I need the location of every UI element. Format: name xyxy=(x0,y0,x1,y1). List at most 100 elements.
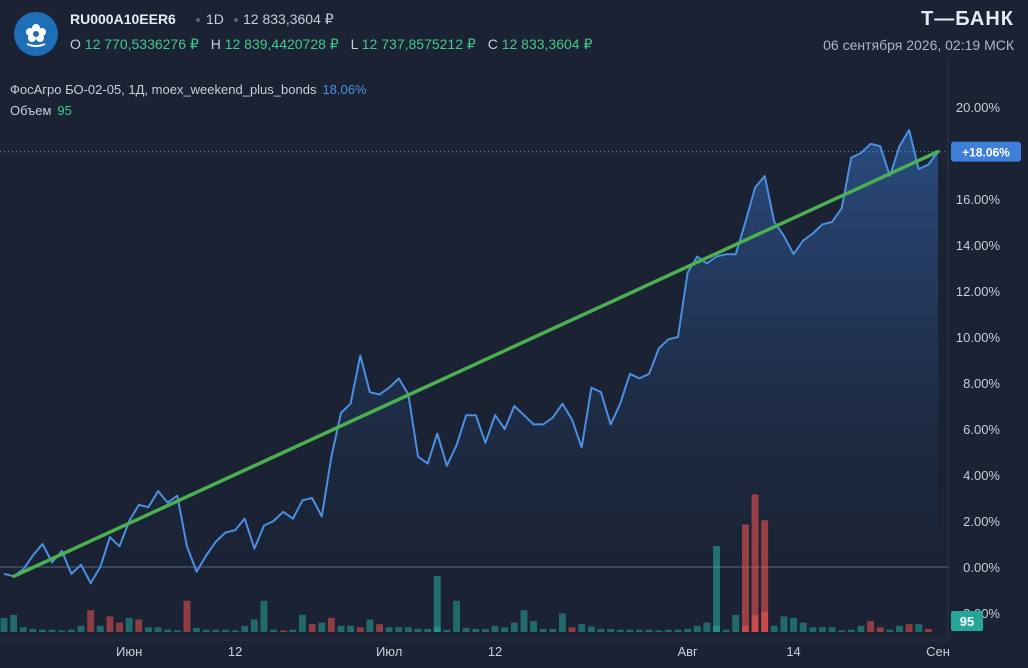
volume-bar xyxy=(395,627,403,632)
volume-bar xyxy=(539,628,547,632)
volume-bar xyxy=(125,618,133,632)
volume-bar xyxy=(828,627,836,632)
volume-bar xyxy=(867,621,874,632)
volume-bar xyxy=(693,625,701,632)
volume-bar xyxy=(10,614,18,632)
ohlc-values: O 12 770,5336276 ₽ H 12 839,4420728 ₽ L … xyxy=(70,36,600,53)
volume-bar xyxy=(664,629,672,632)
volume-value: 95 xyxy=(57,103,72,118)
volume-bar-large xyxy=(761,520,769,632)
price-chart[interactable]: 20.00%18.00%16.00%14.00%12.00%10.00%8.00… xyxy=(0,0,1028,668)
volume-bar xyxy=(414,628,422,632)
volume-bar xyxy=(308,624,316,632)
volume-bar xyxy=(819,627,826,632)
volume-bar xyxy=(404,627,412,632)
x-tick-label: 14 xyxy=(786,644,800,659)
low-value: 12 737,8575212 ₽ xyxy=(361,36,476,52)
series-value: 18.06% xyxy=(322,82,367,97)
volume-bar xyxy=(838,630,846,632)
volume-bar xyxy=(39,629,46,632)
volume-bar xyxy=(770,625,778,632)
volume-bar xyxy=(135,619,143,632)
volume-bar xyxy=(87,610,95,632)
ticker-symbol[interactable]: RU000A10EER6 xyxy=(70,11,176,27)
y-tick-label: 2.00% xyxy=(963,514,1000,529)
brand-logo: Т—БАНК xyxy=(921,8,1014,30)
volume-bar xyxy=(472,628,480,632)
volume-bar xyxy=(616,629,624,632)
volume-bar xyxy=(58,630,66,632)
volume-bar xyxy=(809,627,817,632)
volume-bar xyxy=(790,618,797,632)
volume-bar xyxy=(780,616,788,632)
volume-bar xyxy=(231,630,239,632)
volume-bar xyxy=(799,622,807,632)
volume-bar xyxy=(77,625,85,632)
volume-bar xyxy=(559,613,566,632)
volume-bar xyxy=(154,627,162,632)
volume-bar xyxy=(655,630,663,632)
volume-bar-large xyxy=(433,576,441,632)
y-tick-label: 20.00% xyxy=(956,100,1001,115)
y-tick-label: 10.00% xyxy=(956,330,1001,345)
volume-bar xyxy=(241,625,249,632)
chart-header: RU000A10EER6 1D 12 833,3604 ₽ O 12 770,5… xyxy=(0,0,1028,62)
series-legend[interactable]: ФосАгро БО-02-05, 1Д, moex_weekend_plus_… xyxy=(10,82,367,97)
separator-dot xyxy=(234,18,238,22)
volume-bar xyxy=(356,627,364,632)
timeframe-label[interactable]: 1D xyxy=(206,11,224,27)
volume-bar xyxy=(924,628,932,632)
volume-bar xyxy=(318,622,326,632)
series-label: ФосАгро БО-02-05, 1Д, moex_weekend_plus_… xyxy=(10,82,317,97)
volume-bar xyxy=(193,628,200,632)
volume-bar xyxy=(462,628,470,632)
volume-value-badge-label: 95 xyxy=(960,614,974,629)
volume-bar xyxy=(48,629,56,632)
volume-bar xyxy=(549,628,557,632)
open-key: O xyxy=(70,36,81,52)
volume-bar xyxy=(453,600,460,632)
volume-bar xyxy=(270,629,277,632)
volume-bar xyxy=(96,625,104,632)
volume-bar xyxy=(366,619,374,632)
volume-bar xyxy=(482,628,489,632)
last-price: 12 833,3604 ₽ xyxy=(243,11,334,27)
volume-bar xyxy=(626,629,634,632)
y-tick-label: 4.00% xyxy=(963,468,1000,483)
volume-bar xyxy=(385,627,393,632)
x-tick-label: Июл xyxy=(376,644,402,659)
y-tick-label: 14.00% xyxy=(956,238,1001,253)
volume-bar xyxy=(337,625,345,632)
y-tick-label: 12.00% xyxy=(956,284,1001,299)
y-tick-label: 8.00% xyxy=(963,376,1000,391)
volume-bar xyxy=(0,618,8,632)
volume-bar xyxy=(202,629,210,632)
volume-bar xyxy=(674,629,682,632)
high-key: H xyxy=(210,36,221,52)
volume-bar xyxy=(299,614,306,632)
close-value: 12 833,3604 ₽ xyxy=(501,36,593,52)
close-key: C xyxy=(487,36,498,52)
flower-logo-icon xyxy=(14,12,58,56)
volume-bar xyxy=(905,624,913,632)
volume-bar xyxy=(29,628,37,632)
x-tick-label: 12 xyxy=(228,644,242,659)
volume-bar xyxy=(520,610,528,632)
y-tick-label: 16.00% xyxy=(956,192,1001,207)
volume-legend[interactable]: Объем 95 xyxy=(10,103,72,118)
datetime-label: 06 сентября 2026, 02:19 МСК xyxy=(823,37,1014,53)
volume-bar xyxy=(578,624,586,632)
volume-bar-large xyxy=(751,494,759,632)
volume-bar xyxy=(67,629,75,632)
volume-bar xyxy=(857,625,865,632)
volume-bar xyxy=(597,628,605,632)
volume-bar xyxy=(116,622,123,632)
last-value-badge-label: +18.06% xyxy=(962,146,1010,160)
volume-bar xyxy=(530,621,537,632)
x-tick-label: Авг xyxy=(677,644,698,659)
volume-bar xyxy=(501,627,509,632)
volume-bar xyxy=(347,625,355,632)
volume-bar xyxy=(222,629,229,632)
volume-bar xyxy=(424,628,432,632)
volume-label: Объем xyxy=(10,103,52,118)
